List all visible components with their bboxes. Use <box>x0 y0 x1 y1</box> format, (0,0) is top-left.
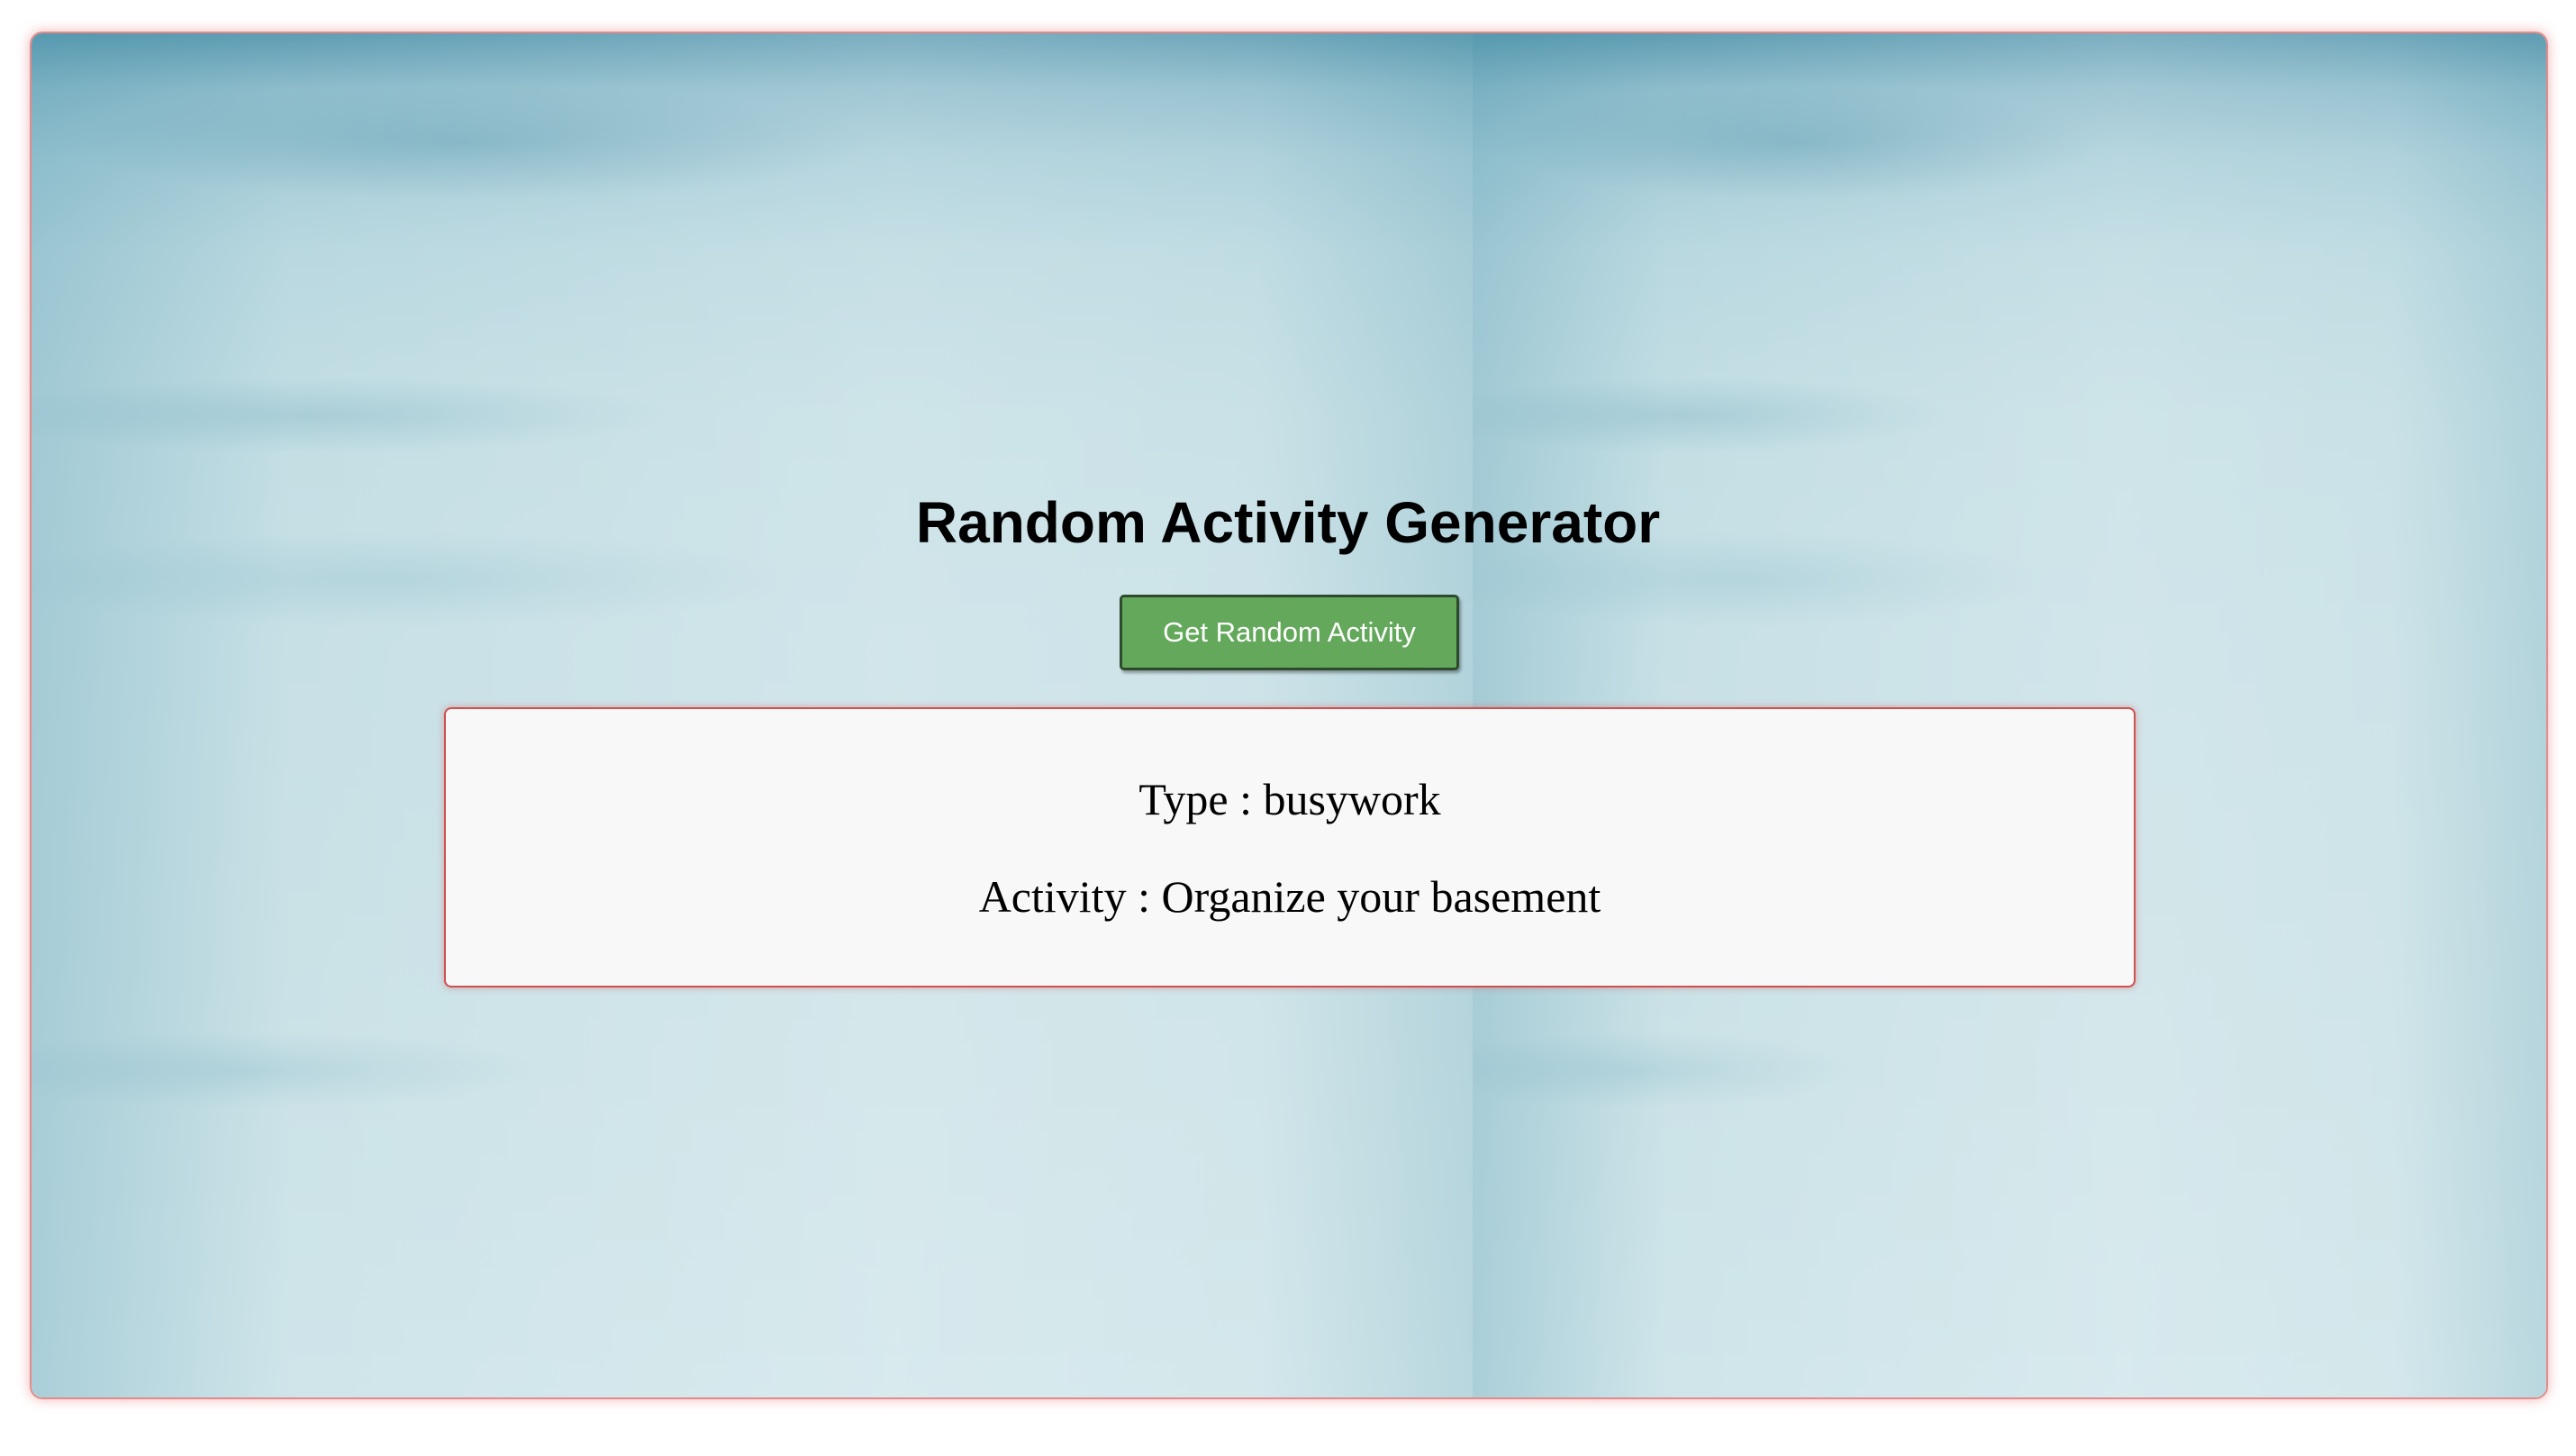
type-value: busywork <box>1263 774 1441 824</box>
activity-value: Organize your basement <box>1161 871 1601 922</box>
activity-result-card: Type : busywork Activity : Organize your… <box>444 707 2136 987</box>
page-title: Random Activity Generator <box>915 490 1661 555</box>
type-label: Type <box>1138 774 1229 824</box>
activity-type-line: Type : busywork <box>446 770 2134 828</box>
get-random-activity-button[interactable]: Get Random Activity <box>1120 595 1459 670</box>
activity-description-line: Activity : Organize your basement <box>446 868 2134 925</box>
type-separator: : <box>1228 774 1264 824</box>
activity-label: Activity <box>978 871 1127 922</box>
activity-separator: : <box>1126 871 1162 922</box>
